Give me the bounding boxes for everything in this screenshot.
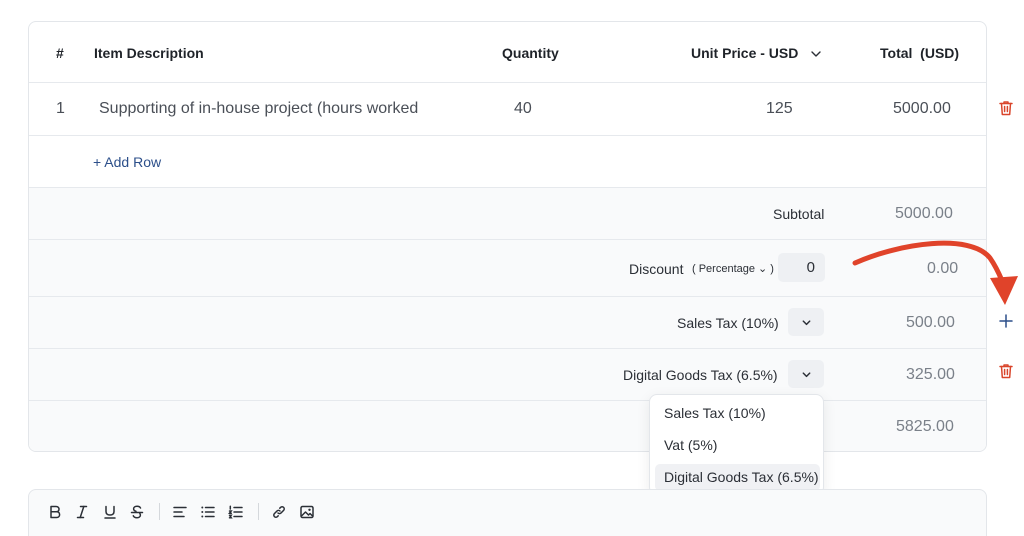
tax-dropdown-menu: Sales Tax (10%) Vat (5%) Digital Goods T…	[649, 394, 824, 495]
link-icon[interactable]	[269, 502, 289, 522]
discount-input[interactable]: 0	[778, 253, 825, 282]
subtotal-value: 5000.00	[895, 205, 953, 222]
discount-type-select[interactable]: ( Percentage ⌄ )	[692, 262, 774, 275]
table-row: 1 Supporting of in-house project (hours …	[29, 83, 986, 136]
discount-row: Discount ( Percentage ⌄ ) 0 0.00	[29, 240, 986, 297]
header-quantity: Quantity	[502, 45, 559, 61]
editor-toolbar	[28, 489, 987, 536]
tax-row-sales: Sales Tax (10%) 500.00	[29, 297, 986, 349]
annotation-arrow	[852, 240, 1018, 305]
discount-label: Discount	[629, 261, 684, 277]
align-left-icon[interactable]	[170, 502, 190, 522]
tax1-label: Sales Tax (10%)	[677, 315, 779, 331]
numbered-list-icon[interactable]	[226, 502, 246, 522]
underline-icon[interactable]	[100, 502, 120, 522]
trash-icon[interactable]	[996, 98, 1016, 118]
toolbar-divider	[258, 503, 259, 520]
row-total: 5000.00	[893, 100, 951, 117]
toolbar-divider	[159, 503, 160, 520]
header-description: Item Description	[94, 45, 204, 61]
image-icon[interactable]	[297, 502, 317, 522]
line-items-card: # Item Description Quantity Unit Price -…	[28, 21, 987, 452]
total-row: 5825.00	[29, 401, 986, 451]
arrow-head	[990, 276, 1018, 305]
chevron-down-icon	[802, 319, 810, 325]
tax-row-digital: Digital Goods Tax (6.5%) 325.00	[29, 349, 986, 401]
dropdown-option-vat[interactable]: Vat (5%)	[655, 432, 820, 459]
add-row-section: + Add Row	[29, 136, 986, 188]
dropdown-option-digital-goods-tax[interactable]: Digital Goods Tax (6.5%)	[655, 464, 820, 491]
trash-icon[interactable]	[996, 361, 1016, 381]
add-row-button[interactable]: + Add Row	[93, 154, 161, 170]
table-header-row: # Item Description Quantity Unit Price -…	[29, 22, 986, 83]
tax2-label: Digital Goods Tax (6.5%)	[623, 367, 778, 383]
italic-icon[interactable]	[72, 502, 92, 522]
description-input[interactable]: Supporting of in-house project (hours wo…	[99, 100, 444, 118]
chevron-down-icon[interactable]	[810, 48, 822, 60]
subtotal-label: Subtotal	[773, 206, 825, 222]
tax1-dropdown-button[interactable]	[788, 308, 824, 336]
bold-icon[interactable]	[45, 502, 65, 522]
header-unit-price-label: Unit Price - USD	[691, 45, 799, 61]
chevron-down-icon	[802, 371, 810, 377]
tax2-value: 325.00	[906, 366, 955, 383]
quantity-input[interactable]: 40	[514, 100, 532, 118]
dropdown-option-sales-tax[interactable]: Sales Tax (10%)	[655, 400, 820, 427]
tax2-dropdown-button[interactable]	[788, 360, 824, 388]
subtotal-row: Subtotal 5000.00	[29, 188, 986, 240]
grand-total-value: 5825.00	[896, 418, 954, 435]
header-number: #	[56, 45, 64, 61]
strikethrough-icon[interactable]	[127, 502, 147, 522]
row-number: 1	[56, 100, 65, 117]
unit-price-input[interactable]: 125	[766, 100, 793, 118]
bullet-list-icon[interactable]	[198, 502, 218, 522]
header-total: Total (USD)	[880, 45, 960, 61]
header-unit-price[interactable]: Unit Price - USD	[691, 45, 822, 61]
